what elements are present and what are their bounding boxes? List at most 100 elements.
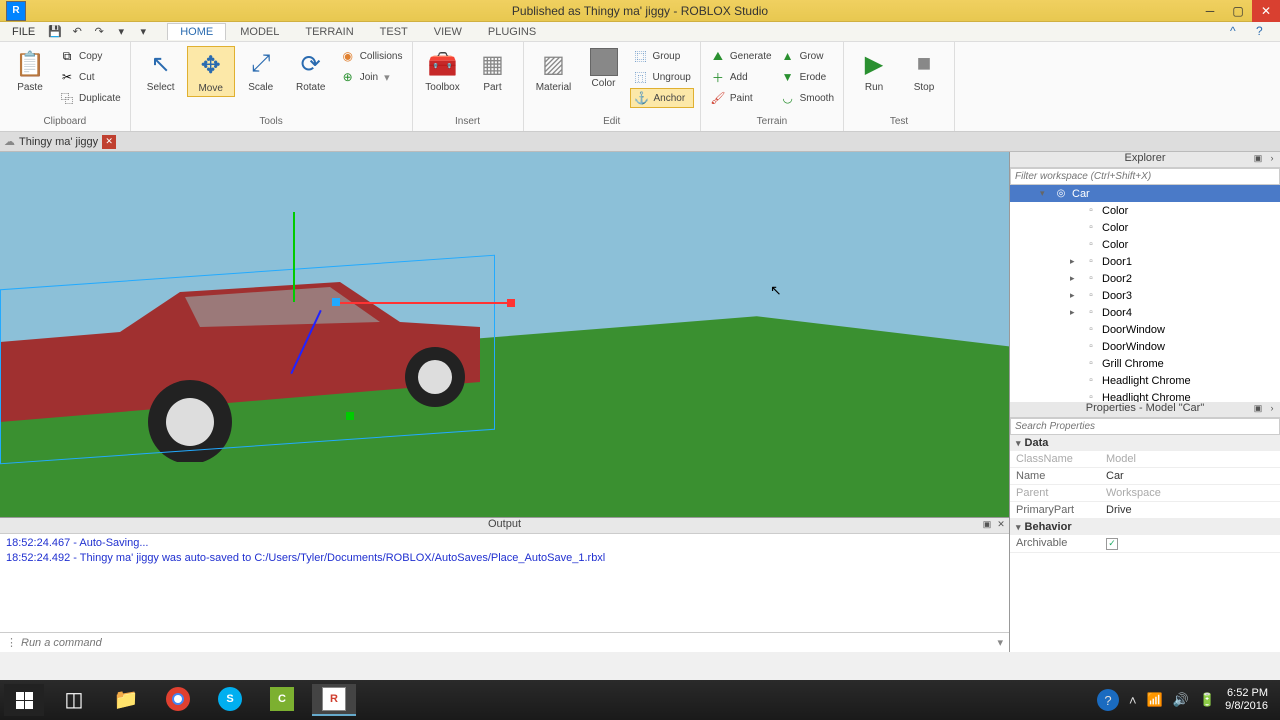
dock-icon[interactable]: ▣ — [981, 518, 993, 530]
property-value[interactable]: Car — [1100, 468, 1280, 484]
tree-item[interactable]: ▫Headlight Chrome — [1010, 372, 1280, 389]
volume-icon[interactable]: 🔊 — [1173, 692, 1189, 708]
tree-item[interactable]: ▸▫Door4 — [1010, 304, 1280, 321]
stop-button[interactable]: ■Stop — [900, 46, 948, 95]
gizmo-y-axis[interactable] — [293, 212, 295, 302]
tree-item[interactable]: ▫Color — [1010, 236, 1280, 253]
part-button[interactable]: ▦Part — [469, 46, 517, 95]
document-name[interactable]: Thingy ma' jiggy — [19, 136, 98, 148]
minimize-button[interactable]: ─ — [1196, 0, 1224, 22]
gizmo-handle[interactable] — [507, 299, 515, 307]
scale-button[interactable]: ⤢Scale — [237, 46, 285, 95]
tree-item[interactable]: ▾◎Car — [1010, 185, 1280, 202]
chevron-down-icon[interactable]: ▾ — [997, 636, 1003, 649]
explorer-filter[interactable] — [1010, 168, 1280, 185]
run-button[interactable]: ▶Run — [850, 46, 898, 95]
document-close-button[interactable]: ✕ — [102, 135, 116, 149]
properties-search[interactable] — [1010, 418, 1280, 435]
tab-terrain[interactable]: TERRAIN — [293, 24, 365, 40]
paint-button[interactable]: 🖌Paint — [707, 88, 775, 108]
expand-icon[interactable]: ▸ — [1070, 256, 1080, 267]
grow-button[interactable]: ▲Grow — [777, 46, 837, 66]
tree-item[interactable]: ▸▫Door1 — [1010, 253, 1280, 270]
tray-chevron-icon[interactable]: ˄ — [1129, 693, 1137, 708]
gizmo-handle[interactable] — [332, 298, 340, 306]
command-bar[interactable]: ⋮ ▾ — [0, 632, 1009, 652]
property-section-header[interactable]: ▾Data — [1010, 435, 1280, 451]
taskbar[interactable]: ◫ 📁 S C R ? ˄ 📶 🔊 🔋 6:52 PM 9/8/2016 — [0, 680, 1280, 720]
add-button[interactable]: ＋Add — [707, 67, 775, 87]
expand-icon[interactable]: › — [1266, 152, 1278, 164]
camtasia-icon[interactable]: C — [260, 684, 304, 716]
save-icon[interactable]: 💾 — [47, 24, 63, 40]
system-tray[interactable]: ? ˄ 📶 🔊 🔋 6:52 PM 9/8/2016 — [1097, 687, 1276, 713]
roblox-studio-icon[interactable]: R — [312, 684, 356, 716]
tree-item[interactable]: ▫DoorWindow — [1010, 321, 1280, 338]
output-body[interactable]: 18:52:24.467 - Auto-Saving... 18:52:24.4… — [0, 534, 1009, 632]
expand-icon[interactable]: › — [1266, 402, 1278, 414]
tree-item[interactable]: ▫Color — [1010, 202, 1280, 219]
material-button[interactable]: ▨Material — [530, 46, 578, 95]
duplicate-button[interactable]: ⿻Duplicate — [56, 88, 124, 108]
cut-button[interactable]: ✂Cut — [56, 67, 124, 87]
property-value[interactable]: Drive — [1100, 502, 1280, 518]
expand-icon[interactable]: ▸ — [1070, 307, 1080, 318]
clock[interactable]: 6:52 PM 9/8/2016 — [1225, 687, 1268, 713]
help-icon[interactable]: ? — [1256, 24, 1272, 40]
smooth-button[interactable]: ◡Smooth — [777, 88, 837, 108]
property-value[interactable]: ✓ — [1100, 535, 1280, 552]
move-button[interactable]: ✥Move — [187, 46, 235, 97]
paste-button[interactable]: 📋 Paste — [6, 46, 54, 95]
dock-icon[interactable]: ▣ — [1252, 402, 1264, 414]
property-row[interactable]: ClassNameModel — [1010, 451, 1280, 468]
tab-home[interactable]: HOME — [167, 23, 226, 40]
start-button[interactable] — [4, 684, 44, 716]
collisions-button[interactable]: ◉Collisions — [337, 46, 406, 66]
network-icon[interactable]: 📶 — [1147, 692, 1163, 708]
expand-icon[interactable]: ▸ — [1070, 273, 1080, 284]
property-row[interactable]: NameCar — [1010, 468, 1280, 485]
undo-icon[interactable]: ↶ — [69, 24, 85, 40]
ungroup-button[interactable]: ⿵Ungroup — [630, 67, 694, 87]
maximize-button[interactable]: ▢ — [1224, 0, 1252, 22]
tree-item[interactable]: ▫Grill Chrome — [1010, 355, 1280, 372]
group-button[interactable]: ⿴Group — [630, 46, 694, 66]
anchor-button[interactable]: ⚓Anchor — [630, 88, 694, 108]
toolbox-button[interactable]: 🧰Toolbox — [419, 46, 467, 95]
gizmo-x-axis[interactable] — [335, 302, 515, 304]
close-button[interactable]: ✕ — [1252, 0, 1280, 22]
help-tray-icon[interactable]: ? — [1097, 689, 1119, 711]
gizmo-handle[interactable] — [346, 412, 354, 420]
taskview-icon[interactable]: ◫ — [52, 684, 96, 716]
tab-plugins[interactable]: PLUGINS — [476, 24, 548, 40]
tree-item[interactable]: ▫Headlight Chrome — [1010, 389, 1280, 402]
collapse-ribbon-icon[interactable]: ^ — [1230, 24, 1246, 40]
tree-item[interactable]: ▸▫Door2 — [1010, 270, 1280, 287]
chrome-icon[interactable] — [156, 684, 200, 716]
property-row[interactable]: Archivable✓ — [1010, 535, 1280, 553]
redo-icon[interactable]: ↷ — [91, 24, 107, 40]
file-menu[interactable]: FILE — [4, 24, 43, 40]
battery-icon[interactable]: 🔋 — [1199, 692, 1215, 708]
property-row[interactable]: ParentWorkspace — [1010, 485, 1280, 502]
qat-dropdown-icon[interactable]: ▾ — [135, 24, 151, 40]
close-panel-icon[interactable]: ✕ — [995, 518, 1007, 530]
copy-button[interactable]: ⧉Copy — [56, 46, 124, 66]
select-button[interactable]: ↖Select — [137, 46, 185, 95]
rotate-button[interactable]: ⟳Rotate — [287, 46, 335, 95]
tab-view[interactable]: VIEW — [422, 24, 474, 40]
property-row[interactable]: PrimaryPartDrive — [1010, 502, 1280, 519]
erode-button[interactable]: ▼Erode — [777, 67, 837, 87]
tab-model[interactable]: MODEL — [228, 24, 291, 40]
explorer-tree[interactable]: ▾◎Car▫Color▫Color▫Color▸▫Door1▸▫Door2▸▫D… — [1010, 185, 1280, 402]
tree-item[interactable]: ▫Color — [1010, 219, 1280, 236]
command-input[interactable] — [21, 637, 997, 649]
expand-icon[interactable]: ▸ — [1070, 290, 1080, 301]
checkbox-icon[interactable]: ✓ — [1106, 538, 1118, 550]
expand-icon[interactable]: ▾ — [1040, 188, 1050, 199]
file-explorer-icon[interactable]: 📁 — [104, 684, 148, 716]
tab-test[interactable]: TEST — [368, 24, 420, 40]
generate-button[interactable]: ⛰Generate — [707, 46, 775, 66]
property-section-header[interactable]: ▾Behavior — [1010, 519, 1280, 535]
qat-dropdown-icon[interactable]: ▾ — [113, 24, 129, 40]
